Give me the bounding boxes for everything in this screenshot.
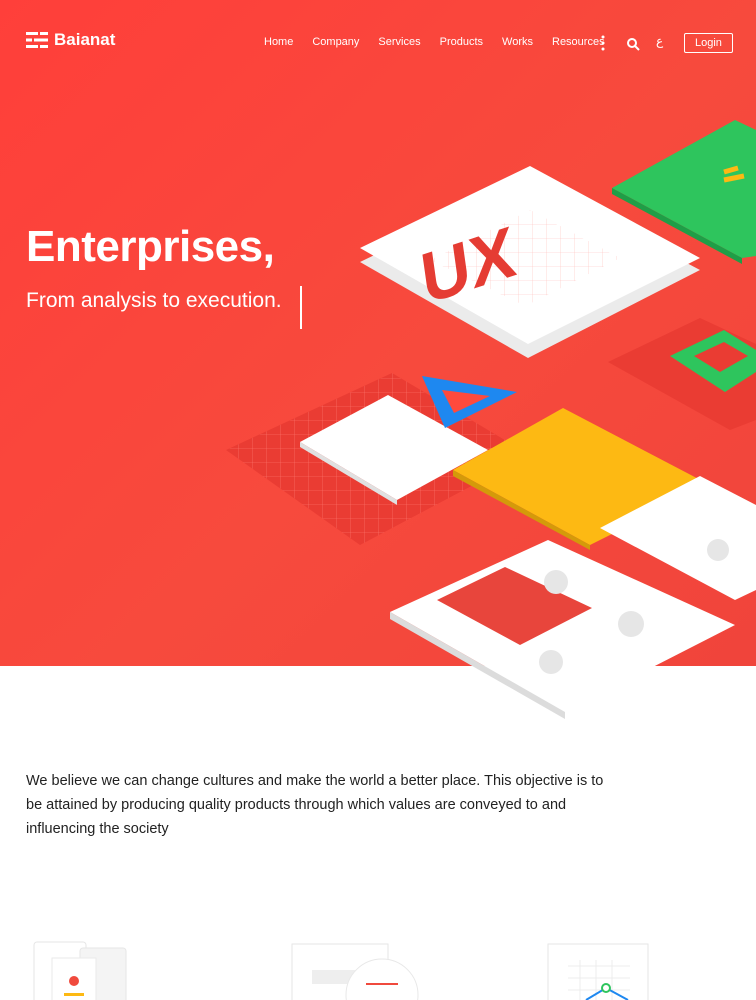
feature-illustrations	[33, 941, 649, 1000]
feature-illustration-2	[291, 943, 419, 1000]
more-vertical-icon[interactable]	[600, 34, 606, 52]
main-menu: Home Company Services Products Works Res…	[264, 36, 624, 48]
hero-section	[0, 0, 756, 666]
hero-subtitle: From analysis to execution.	[26, 289, 282, 312]
text-cursor	[300, 286, 302, 329]
nav-company[interactable]: Company	[312, 36, 359, 48]
feature-illustration-1	[33, 941, 127, 1000]
search-icon[interactable]	[626, 37, 640, 51]
nav-home[interactable]: Home	[264, 36, 293, 48]
login-button[interactable]: Login	[684, 33, 733, 53]
nav-services[interactable]: Services	[378, 36, 420, 48]
feature-illustration-3	[547, 943, 649, 1000]
brand-name: Baianat	[54, 30, 116, 49]
nav-resources[interactable]: Resources	[552, 36, 605, 48]
nav-works[interactable]: Works	[502, 36, 533, 48]
top-navigation: Baianat Home Company Services Products W…	[0, 0, 756, 86]
logo-icon	[26, 32, 48, 48]
brand-logo[interactable]: Baianat	[26, 30, 115, 50]
hero-title: Enterprises,	[26, 222, 275, 271]
language-switch[interactable]: ع	[656, 34, 663, 48]
nav-products[interactable]: Products	[440, 36, 483, 48]
about-text: We believe we can change cultures and ma…	[26, 772, 604, 837]
